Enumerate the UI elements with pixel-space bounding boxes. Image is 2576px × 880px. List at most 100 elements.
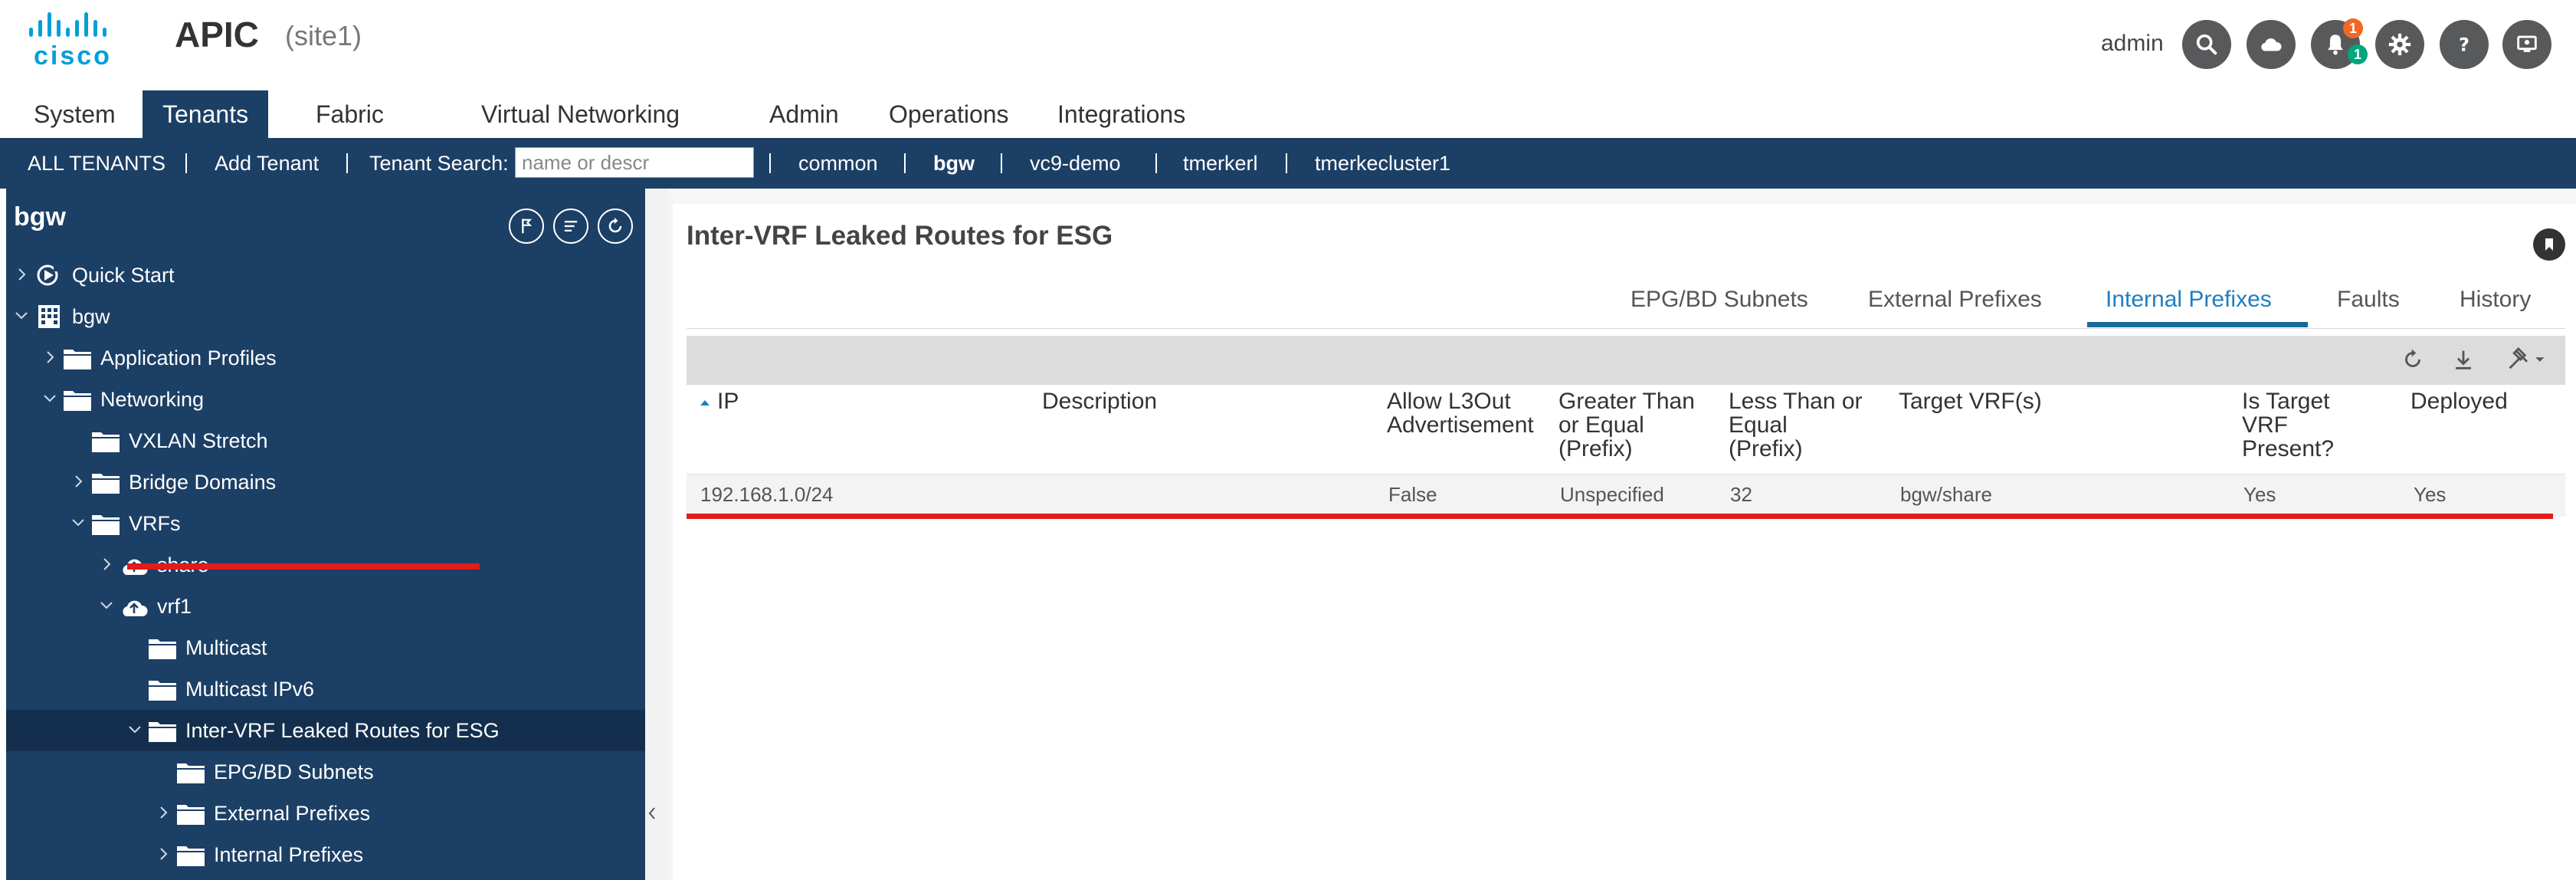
tree-item[interactable]: Networking — [6, 379, 645, 420]
content-panel — [673, 204, 2576, 880]
tree-item[interactable]: Application Profiles — [6, 337, 645, 379]
tree-item[interactable]: bgw — [6, 296, 645, 337]
chevron-right-icon[interactable] — [70, 472, 86, 491]
tree-item-label: External Prefixes — [214, 802, 371, 825]
help-button[interactable]: ? — [2440, 20, 2489, 69]
collapse-handle-icon[interactable] — [648, 806, 656, 820]
tenant-link-tmerkerl[interactable]: tmerkerl — [1183, 138, 1258, 189]
chevron-right-icon[interactable] — [156, 845, 171, 863]
cloud-icon — [2261, 38, 2282, 51]
cell-less-than: 32 — [1730, 483, 1752, 506]
tree-item[interactable]: Quick Start — [6, 254, 645, 296]
column-header-target-vrfs[interactable]: Target VRF(s) — [1899, 389, 2042, 413]
chevron-down-icon[interactable] — [127, 721, 143, 739]
column-header-allow-l3out[interactable]: Allow L3Out Advertisement — [1387, 389, 1534, 437]
tab-integrations[interactable]: Integrations — [1037, 90, 1205, 138]
column-header-ip[interactable]: IP — [699, 389, 739, 413]
search-button[interactable] — [2182, 20, 2231, 69]
add-tenant-link[interactable]: Add Tenant — [215, 138, 319, 189]
cloud-button[interactable] — [2247, 20, 2296, 69]
column-header-description[interactable]: Description — [1042, 389, 1157, 413]
bell-icon — [2328, 34, 2343, 55]
cell-target-vrfs: bgw/share — [1900, 483, 1992, 506]
subtab-faults[interactable]: Faults — [2337, 287, 2400, 313]
tab-system[interactable]: System — [14, 90, 136, 138]
tree-item[interactable]: Multicast IPv6 — [6, 668, 645, 710]
tree-item-label: vrf1 — [157, 595, 192, 618]
tree-item-label: Networking — [100, 388, 205, 411]
tree-item[interactable]: Internal Prefixes — [6, 834, 645, 875]
tab-admin[interactable]: Admin — [749, 90, 859, 138]
tree-item[interactable]: External Prefixes — [6, 793, 645, 834]
tenant-link-common[interactable]: common — [798, 138, 878, 189]
tenant-link-vc9-demo[interactable]: vc9-demo — [1030, 138, 1121, 189]
subnav-separator — [904, 153, 906, 173]
subnav-separator — [185, 153, 187, 173]
tenant-search-label: Tenant Search: — [369, 152, 509, 175]
user-menu[interactable]: admin — [2101, 31, 2164, 57]
chevron-right-icon[interactable] — [42, 348, 57, 366]
tools-dropdown-icon[interactable] — [2506, 346, 2548, 373]
all-tenants-link[interactable]: ALL TENANTS — [28, 138, 166, 189]
display-button[interactable] — [2502, 20, 2551, 69]
column-header-greater-than[interactable]: Greater Than or Equal (Prefix) — [1558, 389, 1695, 461]
tree-item-label: Bridge Domains — [129, 471, 277, 494]
vrf-cloud-icon — [123, 600, 148, 616]
refresh-icon[interactable] — [2400, 346, 2426, 373]
cell-allow-l3out: False — [1388, 483, 1437, 506]
tab-operations[interactable]: Operations — [869, 90, 1029, 138]
panel-splitter[interactable] — [645, 189, 668, 880]
folder-icon — [92, 432, 120, 452]
app-header: cisco APIC (site1) admin 1 1 ? — [0, 0, 2576, 92]
cisco-logo-text: cisco — [34, 41, 112, 71]
main-tabs: System Tenants Fabric Virtual Networking… — [0, 90, 2576, 138]
tenant-search-input[interactable] — [515, 147, 754, 178]
tab-fabric[interactable]: Fabric — [296, 90, 404, 138]
bookmark-button[interactable] — [2533, 228, 2565, 261]
chevron-down-icon[interactable] — [42, 389, 57, 408]
chevron-down-icon[interactable] — [14, 307, 29, 325]
tree-list-button[interactable] — [553, 209, 588, 244]
active-subtab-indicator — [2087, 322, 2308, 327]
subtab-epg-bd-subnets[interactable]: EPG/BD Subnets — [1630, 287, 1808, 313]
column-header-less-than[interactable]: Less Than or Equal (Prefix) — [1729, 389, 1863, 461]
tree-item[interactable]: VXLAN Stretch — [6, 420, 645, 461]
quick-start-icon — [37, 264, 61, 286]
tree-item[interactable]: Bridge Domains — [6, 461, 645, 503]
tree-item[interactable]: EPG/BD Subnets — [6, 751, 645, 793]
subtab-history[interactable]: History — [2460, 287, 2531, 313]
tree-item[interactable]: vrf1 — [6, 586, 645, 627]
chevron-right-icon[interactable] — [99, 555, 114, 573]
tree-item-label: Application Profiles — [100, 346, 277, 369]
tree-item[interactable]: Multicast — [6, 627, 645, 668]
app-name: APIC — [175, 15, 259, 54]
column-header-deployed[interactable]: Deployed — [2410, 389, 2508, 413]
subtab-external-prefixes[interactable]: External Prefixes — [1868, 287, 2042, 313]
column-header-target-vrf-present[interactable]: Is Target VRF Present? — [2242, 389, 2334, 461]
tree-item[interactable]: Inter-VRF Leaked Routes for ESG — [6, 710, 645, 751]
tree-flag-button[interactable] — [509, 209, 544, 244]
navigation-tree: bgw Quick Start bgw Application Profiles Ne… — [6, 189, 645, 880]
tab-tenants[interactable]: Tenants — [143, 90, 269, 138]
folder-icon — [149, 681, 176, 701]
chevron-right-icon[interactable] — [14, 265, 29, 284]
tenant-link-bgw[interactable]: bgw — [933, 138, 975, 189]
cisco-logo[interactable]: cisco — [26, 11, 115, 71]
folder-icon — [92, 515, 120, 535]
chevron-down-icon[interactable] — [70, 514, 86, 532]
tenant-link-tmerkecluster1[interactable]: tmerkecluster1 — [1315, 138, 1450, 189]
tree-item-label: VRFs — [129, 512, 181, 535]
chevron-right-icon[interactable] — [156, 803, 171, 822]
download-icon[interactable] — [2450, 346, 2476, 373]
chevron-down-icon[interactable] — [99, 596, 114, 615]
sort-ascending-icon — [700, 400, 710, 406]
subtab-internal-prefixes[interactable]: Internal Prefixes — [2106, 287, 2272, 313]
list-icon — [564, 221, 578, 231]
tree-item-label: Multicast — [185, 636, 267, 659]
tab-virtual-networking[interactable]: Virtual Networking — [461, 90, 700, 138]
notification-badge-green: 1 — [2348, 44, 2368, 64]
tree-refresh-button[interactable] — [598, 209, 633, 244]
settings-button[interactable] — [2375, 20, 2424, 69]
tree-item-label: EPG/BD Subnets — [214, 760, 374, 783]
tree-item[interactable]: VRFs — [6, 503, 645, 544]
